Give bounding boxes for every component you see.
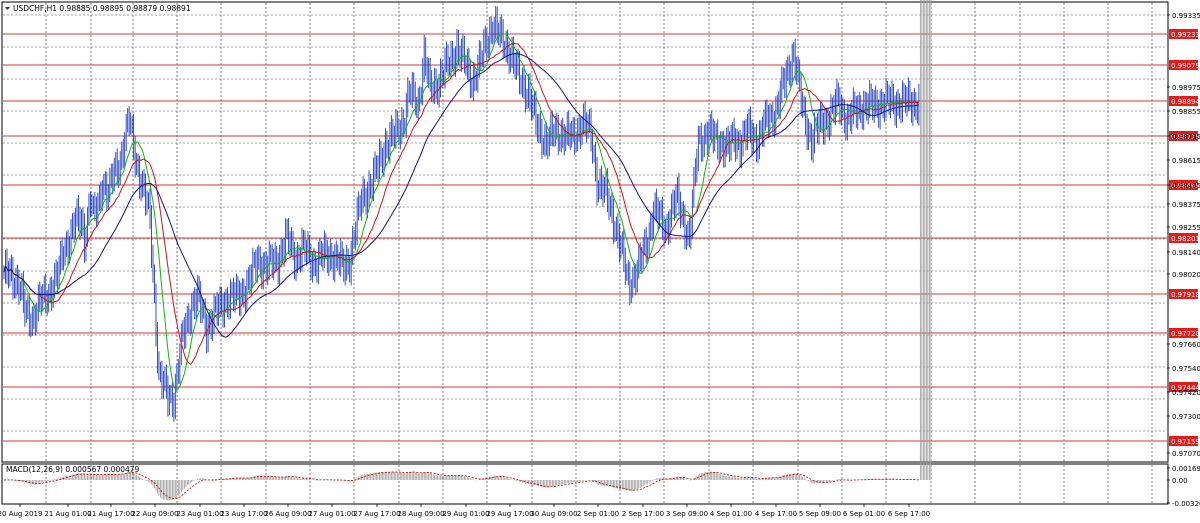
y-tick-label: 0.97420 [1172,389,1200,397]
x-tick-label: 3 Sep 09:00 [666,510,708,518]
level-label: 0.99233 [1171,31,1200,39]
horizontal-levels: 0.992330.990790.988940.987190.984690.982… [3,29,1200,446]
x-tick-label: 2 Sep 01:00 [577,510,619,518]
x-tick-label: 5 Sep 09:00 [799,510,841,518]
time-axis[interactable]: 20 Aug 2019 21 Aug 01:0021 Aug 17:0022 Au… [0,504,930,518]
price-bars [3,6,920,422]
x-tick-label: 4 Sep 01:00 [710,510,752,518]
x-tick-label: 29 Aug 01:00 [442,510,489,518]
y-tick-label: 0.98375 [1172,201,1200,209]
chart-area[interactable]: 0.992330.990790.988940.987190.984690.982… [0,0,1200,523]
y-tick-label: 0.98140 [1172,249,1200,257]
macd-y-tick-label: 0.00 [1172,477,1188,485]
y-tick-label: 0.97660 [1172,341,1200,349]
x-tick-label: 26 Aug 09:00 [264,510,311,518]
y-tick-label: 0.98020 [1172,271,1200,279]
grid-lines [3,3,1167,503]
macd-y-tick-label: 0.001693 [1172,465,1200,473]
y-tick-label: 0.98855 [1172,108,1200,116]
level-label: 0.97159 [1171,438,1200,446]
level-label: 0.99079 [1171,62,1200,70]
y-tick-label: 0.97540 [1172,365,1200,373]
level-label: 0.97720 [1171,330,1200,338]
y-tick-label: 0.99335 [1172,12,1200,20]
y-tick-label: 0.98975 [1172,84,1200,92]
x-tick-label: 28 Aug 09:00 [397,510,444,518]
x-tick-label: 27 Aug 17:00 [353,510,400,518]
x-tick-label: 29 Aug 17:00 [486,510,533,518]
y-tick-label: 0.98255 [1172,224,1200,232]
x-tick-label: 2 Sep 17:00 [622,510,664,518]
x-tick-label: 21 Aug 17:00 [87,510,134,518]
y-tick-label: 0.98495 [1172,182,1200,190]
macd-y-tick-label: -0.003269 [1172,500,1200,508]
x-tick-label: 23 Aug 01:00 [176,510,223,518]
level-label: 0.98894 [1171,98,1200,106]
y-tick-label: 0.98735 [1172,133,1200,141]
y-tick-label: 0.97300 [1172,413,1200,421]
x-tick-label: 20 Aug 2019 [0,510,42,518]
x-tick-label: 21 Aug 01:00 [44,510,91,518]
x-tick-label: 22 Aug 09:00 [131,510,178,518]
macd-header: MACD(12,26,9) 0.000567 0.000479 [6,465,140,474]
symbol-header: USDCHF,H1 0.98885 0.98895 0.98879 0.9889… [13,4,191,13]
price-axis[interactable]: 0.99335 0.98975 0.98855 0.98735 0.98615 0.984… [1167,12,1200,508]
x-tick-label: 4 Sep 17:00 [755,510,797,518]
level-label: 0.98201 [1171,235,1200,243]
y-tick-label: 0.98615 [1172,157,1200,165]
x-tick-label: 30 Aug 09:00 [530,510,577,518]
x-tick-label: 6 Sep 01:00 [843,510,885,518]
x-tick-label: 27 Aug 01:00 [308,510,355,518]
level-label: 0.97918 [1171,291,1200,299]
x-tick-label: 23 Aug 17:00 [220,510,267,518]
x-tick-label: 6 Sep 17:00 [888,510,930,518]
symbol-menu-icon[interactable] [5,7,10,10]
y-tick-label: 0.97070 [1172,450,1200,458]
